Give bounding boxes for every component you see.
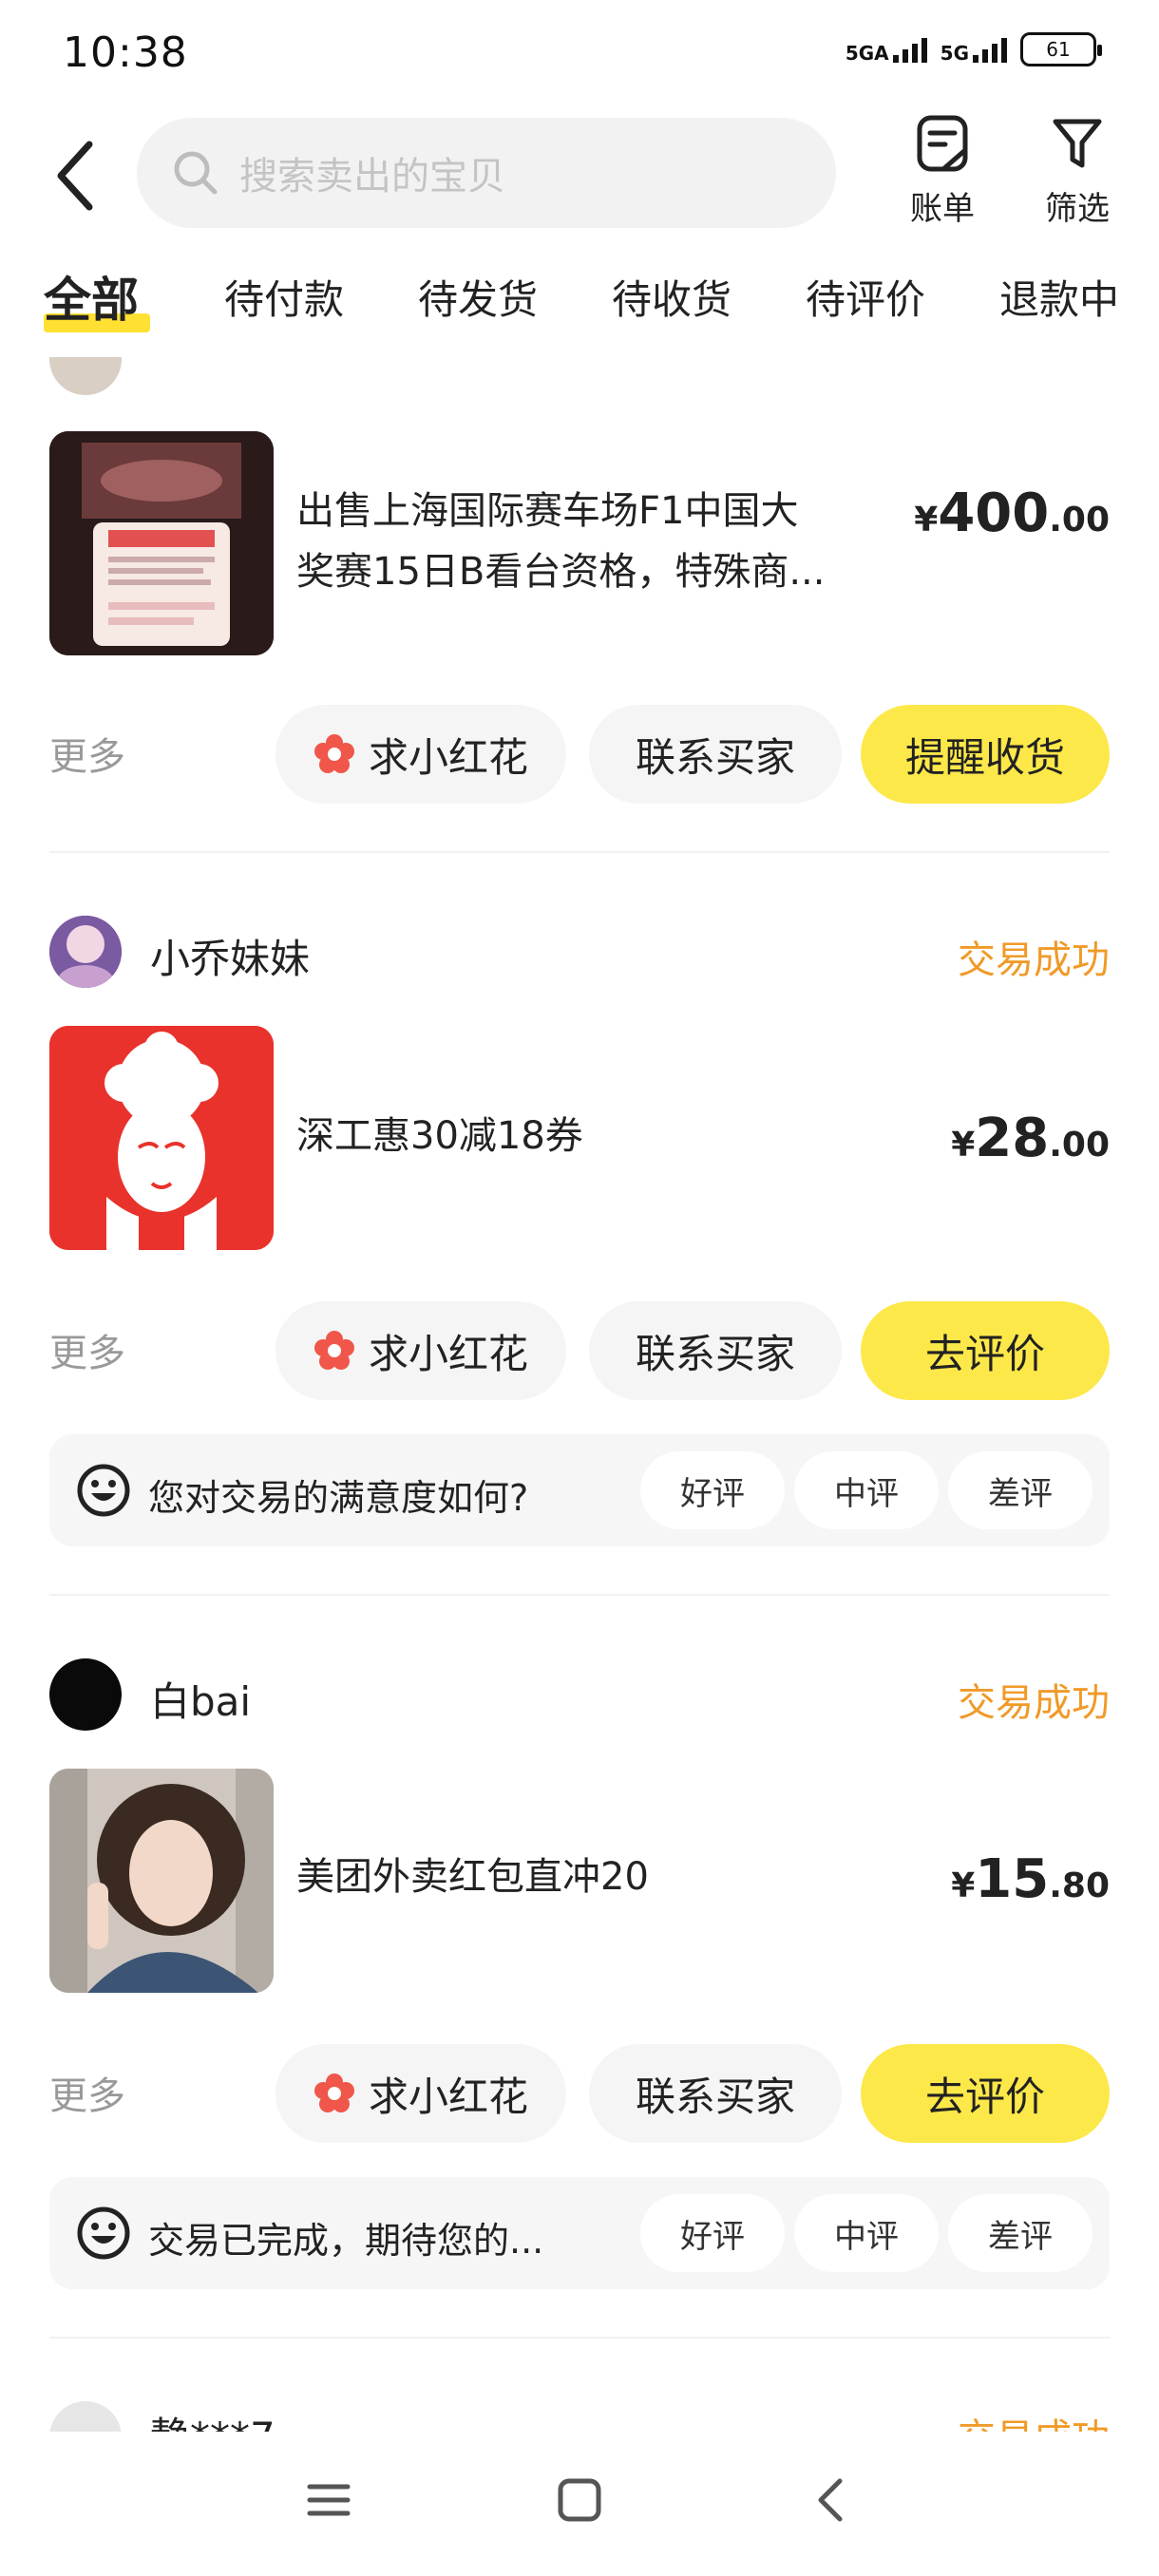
network-label-1: 5GA [845, 42, 889, 65]
network-label-2: 5G [940, 42, 969, 65]
search-placeholder: 搜索卖出的宝贝 [239, 155, 505, 199]
tab-pending-review[interactable]: 待评价 [806, 268, 925, 326]
tab-refunding[interactable]: 退款中 [999, 268, 1119, 326]
ask-flower-button[interactable]: 求小红花 [276, 2044, 566, 2143]
filter-icon [1053, 119, 1102, 168]
ask-flower-button[interactable]: 求小红花 [276, 705, 566, 804]
back-icon[interactable] [808, 2477, 853, 2523]
seller-name[interactable]: 白bai [150, 1670, 251, 1728]
chevron-left-icon [57, 141, 93, 211]
status-time: 10:38 [63, 28, 188, 77]
rate-good-button[interactable]: 好评 [640, 2194, 785, 2272]
order-price: ¥15.80 [951, 1848, 1110, 1910]
search-input[interactable]: 搜索卖出的宝贝 [137, 118, 836, 228]
search-icon [174, 151, 218, 195]
more-link[interactable]: 更多 [49, 1322, 125, 1377]
order-status: 交易成功 [958, 2407, 1110, 2432]
rate-neutral-button[interactable]: 中评 [794, 1451, 939, 1529]
tab-pending-receipt[interactable]: 待收货 [612, 268, 732, 326]
rate-neutral-button[interactable]: 中评 [794, 2194, 939, 2272]
status-icons: 5GA 5G 61 [845, 32, 1102, 66]
avatar[interactable] [49, 2401, 122, 2432]
product-thumbnail[interactable] [49, 1769, 274, 1993]
smiley-icon [77, 2207, 130, 2260]
divider [49, 1594, 1110, 1596]
rate-bad-button[interactable]: 差评 [948, 2194, 1092, 2272]
filter-button[interactable]: 筛选 [1020, 114, 1134, 229]
product-thumbnail[interactable] [49, 1026, 274, 1250]
seller-name[interactable]: 静***7 [150, 2405, 276, 2432]
tab-pending-shipment[interactable]: 待发货 [418, 268, 538, 326]
review-button[interactable]: 去评价 [861, 2044, 1110, 2143]
avatar[interactable] [49, 1658, 122, 1731]
bill-button[interactable]: 账单 [885, 114, 999, 229]
contact-buyer-button[interactable]: 联系买家 [589, 2044, 842, 2143]
filter-label: 筛选 [1045, 190, 1110, 228]
remind-receipt-button[interactable]: 提醒收货 [861, 705, 1110, 804]
seller-name[interactable]: 小乔妹妹 [150, 927, 310, 985]
rating-question: 您对交易的满意度如何? [148, 1477, 529, 1519]
flower-icon [314, 2074, 354, 2112]
order-price: ¥400.00 [914, 483, 1110, 544]
contact-buyer-button[interactable]: 联系买家 [589, 1301, 842, 1400]
order-price: ¥28.00 [951, 1108, 1110, 1169]
more-link[interactable]: 更多 [49, 2065, 125, 2120]
smiley-icon [77, 1464, 130, 1517]
divider [49, 2337, 1110, 2339]
order-card-partial: 静***7 交易成功 [0, 2401, 1159, 2432]
product-thumbnail[interactable] [49, 431, 274, 655]
bill-label: 账单 [910, 190, 975, 228]
home-icon[interactable] [557, 2477, 602, 2523]
avatar[interactable] [49, 916, 122, 988]
more-link[interactable]: 更多 [49, 726, 125, 781]
avatar [49, 357, 122, 395]
flower-icon [314, 734, 354, 773]
battery-icon: 61 [1020, 32, 1102, 66]
rate-good-button[interactable]: 好评 [640, 1451, 785, 1529]
order-title[interactable]: 深工惠30减18券 [296, 1106, 904, 1166]
flower-icon [314, 1331, 354, 1370]
order-title[interactable]: 出售上海国际赛车场F1中国大 奖赛15日B看台资格，特殊商... [296, 481, 904, 602]
tab-all[interactable]: 全部 [44, 262, 139, 331]
order-status: 交易成功 [958, 938, 1110, 982]
rate-bad-button[interactable]: 差评 [948, 1451, 1092, 1529]
rating-question: 交易已完成，期待您的... [148, 2220, 544, 2262]
order-status: 交易成功 [958, 1681, 1110, 1725]
back-button[interactable] [48, 133, 104, 218]
signal-icon-2 [973, 36, 1007, 63]
bill-icon [917, 115, 968, 172]
ask-flower-button[interactable]: 求小红花 [276, 1301, 566, 1400]
signal-icon-1 [892, 36, 927, 63]
battery-level: 61 [1046, 38, 1071, 61]
review-button[interactable]: 去评价 [861, 1301, 1110, 1400]
tab-pending-payment[interactable]: 待付款 [224, 268, 344, 326]
menu-icon[interactable] [306, 2477, 352, 2523]
order-title[interactable]: 美团外卖红包直冲20 [296, 1847, 904, 1907]
system-nav-bar [0, 2432, 1159, 2576]
contact-buyer-button[interactable]: 联系买家 [589, 705, 842, 804]
divider [49, 851, 1110, 853]
